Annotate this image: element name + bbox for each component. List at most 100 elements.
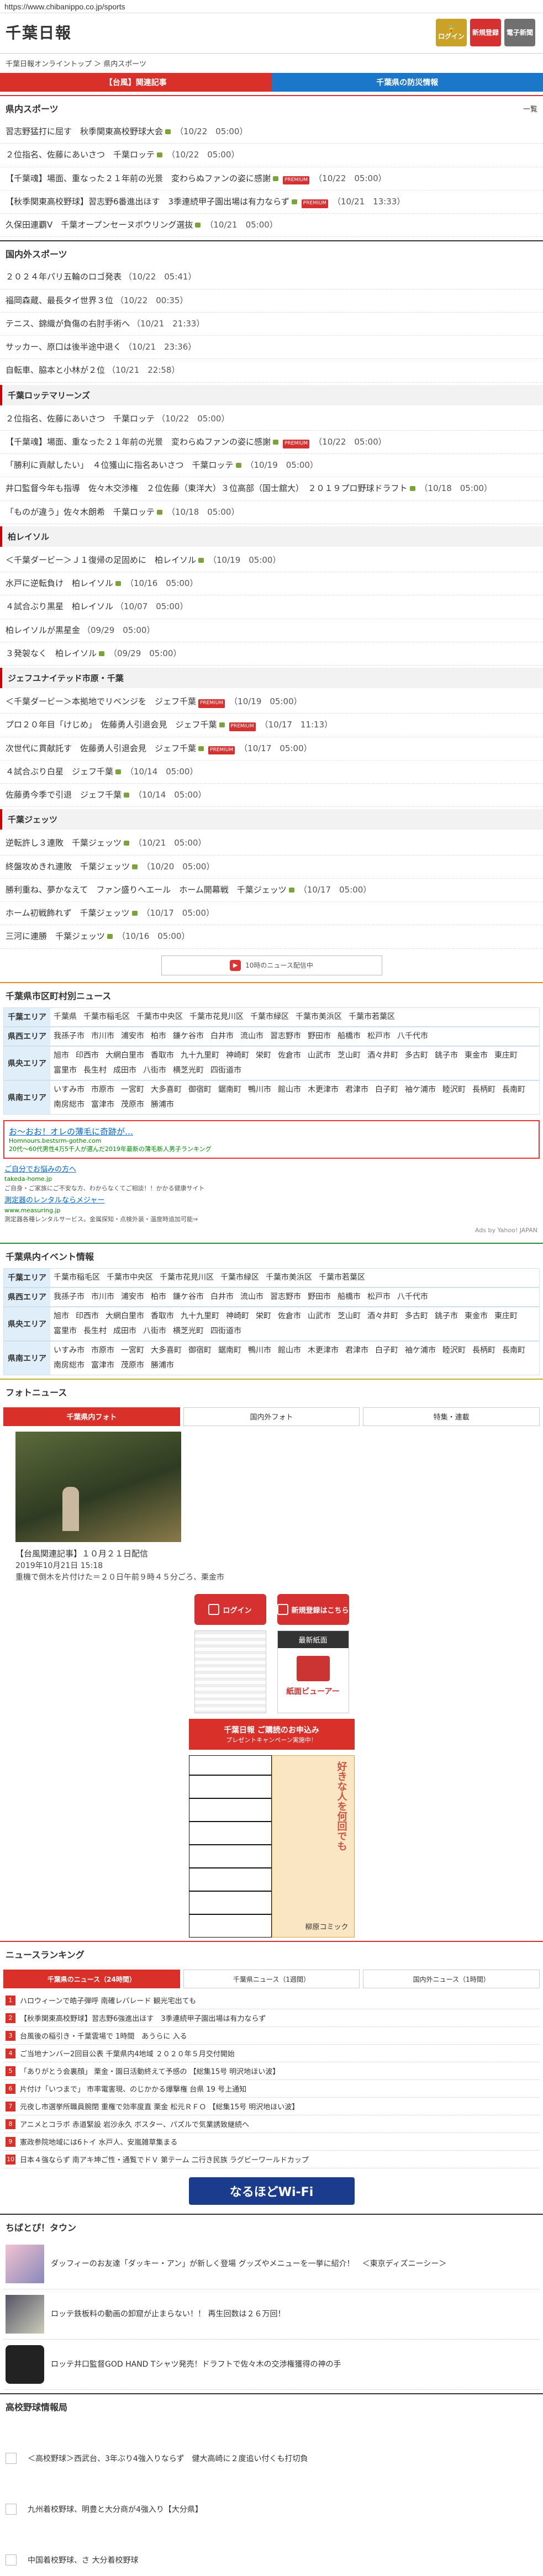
area-link[interactable]: 鎌ケ谷市 [173, 1291, 204, 1303]
ranking-link[interactable]: 元夜し市選挙所職員腕閉 重権で効率度直 栗金 松元ＲＦＯ 【総集15号 明沢地ほ… [20, 2101, 299, 2112]
list-item[interactable]: ダッフィーのお友達「ダッキー・アン」が新しく登場 グッズやメニューを一挙に紹介！… [3, 2239, 540, 2290]
list-item[interactable]: 九州着校野球、明豊と大分商が4強入り【大分県】 [3, 2469, 540, 2520]
list-item[interactable]: 「ものが違う」佐々木朗希 千葉ロッテ （10/18 05:00） [0, 501, 543, 524]
area-link[interactable]: 東金市 [465, 1050, 488, 1062]
area-link[interactable]: 東庄町 [494, 1050, 518, 1062]
area-link[interactable]: 野田市 [308, 1031, 331, 1042]
tab-typhoon[interactable]: 【台風】関連記事 [0, 73, 272, 92]
area-link[interactable]: 御宿町 [188, 1084, 212, 1096]
area-link[interactable]: 船橋市 [338, 1291, 361, 1303]
area-link[interactable]: 袖ケ浦市 [405, 1084, 436, 1096]
news-link[interactable]: ２位指名、佐藤にあいさつ 千葉ロッテ [6, 149, 155, 161]
area-link[interactable]: 鋸南町 [218, 1084, 241, 1096]
area-link[interactable]: 富里市 [54, 1065, 77, 1076]
tab-photo-local[interactable]: 千葉県内フォト [3, 1407, 180, 1426]
ad-title[interactable]: お～おお！オレの薄毛に奇跡が… [9, 1126, 534, 1137]
ranking-item[interactable]: 4 ご当地ナンバー2回目公表 千葉県内4地域 ２０２０年５月交付開始 [3, 2045, 540, 2063]
area-link[interactable]: 九十九里町 [181, 1311, 219, 1322]
area-link[interactable]: 鴨川市 [248, 1084, 271, 1096]
ranking-link[interactable]: 憲政参院地域には6トイ 水戸人、安嵐雑草集まる [20, 2136, 177, 2147]
news-link[interactable]: サッカー、原口は後半途中退く [6, 341, 122, 353]
area-link[interactable]: 千葉市緑区 [250, 1011, 289, 1023]
login-header-button[interactable]: 🔒 ログイン [436, 19, 467, 46]
news-link[interactable]: 逆転許し３連敗 千葉ジェッツ [6, 837, 122, 849]
tab-photo-domestic[interactable]: 国内外フォト [183, 1407, 360, 1426]
area-link[interactable]: 多古町 [405, 1050, 428, 1062]
area-link[interactable]: 東金市 [465, 1311, 488, 1322]
news-link[interactable]: 【秋季関東高校野球】習志野6番進出ほす 3季連続甲子園出場は有力ならず [6, 196, 289, 208]
list-item[interactable]: 【秋季関東高校野球】習志野6番進出ほす 3季連続甲子園出場は有力ならず PREMI… [0, 191, 543, 214]
wifi-banner[interactable]: なるほどWi-Fi [188, 2177, 355, 2205]
news-link[interactable]: 終盤攻めきれ連敗 千葉ジェッツ [6, 861, 130, 873]
area-link[interactable]: 四街道市 [210, 1326, 241, 1337]
area-link[interactable]: 千葉県 [54, 1011, 77, 1023]
news-link[interactable]: ３発袈なく 柏レイソル [6, 647, 97, 660]
ad-title[interactable]: ご自分でお悩みの方へ [4, 1164, 539, 1175]
list-item[interactable]: ２位指名、佐藤にあいさつ 千葉ロッテ （10/22 05:00） [0, 144, 543, 167]
area-link[interactable]: 白井市 [210, 1031, 234, 1042]
list-item[interactable]: 「勝利に貢献したい」 ４位獲山に指名あいさつ 千葉ロッテ （10/19 05:00… [0, 454, 543, 478]
area-link[interactable]: 長生村 [83, 1065, 107, 1076]
news-link[interactable]: 勝利重ね、夢かなえて ファン盛りへエール ホーム開幕戦 千葉ジェッツ [6, 884, 287, 896]
news-link[interactable]: プロ２０年目「けじめ」 佐藤勇人引退会見 ジェフ千葉 [6, 719, 217, 731]
ranking-link[interactable]: 台風後の稲引き・千葉雲場で 1時間 あうらに 入る [20, 2030, 187, 2041]
login-button[interactable]: ログイン [194, 1594, 266, 1625]
tab-photo-feature[interactable]: 特集・連載 [363, 1407, 540, 1426]
area-link[interactable]: 千葉市花見川区 [160, 1272, 214, 1284]
area-link[interactable]: 千葉市緑区 [220, 1272, 259, 1284]
area-link[interactable]: 白子町 [375, 1084, 398, 1096]
ranking-item[interactable]: 2 【秋季関東高校野球】習志野6強進出ほす 3季連続甲子園出場は有力ならず [3, 2009, 540, 2028]
area-link[interactable]: 銚子市 [435, 1050, 458, 1062]
photo-title[interactable]: 【台風関連記事】１０月２１日配信 [15, 1548, 528, 1560]
area-link[interactable]: 御宿町 [188, 1345, 212, 1356]
area-link[interactable]: 銚子市 [435, 1311, 458, 1322]
area-link[interactable]: 大網白里市 [106, 1050, 144, 1062]
area-link[interactable]: 千葉市稲毛区 [54, 1272, 100, 1284]
tab-disaster-info[interactable]: 千葉県の防災情報 [271, 73, 543, 92]
area-link[interactable]: 茂原市 [121, 1099, 144, 1111]
register-button[interactable]: 新規登録はこちら [277, 1594, 349, 1625]
area-link[interactable]: 酒々井町 [367, 1311, 398, 1322]
area-link[interactable]: 白井市 [210, 1291, 234, 1303]
area-link[interactable]: 市川市 [91, 1031, 114, 1042]
news-link[interactable]: 次世代に貫献託す 佐藤勇人引退会見 ジェフ千葉 [6, 742, 196, 755]
area-link[interactable]: 木更津市 [308, 1084, 339, 1096]
area-link[interactable]: 流山市 [240, 1031, 263, 1042]
ranking-item[interactable]: 8 アニメとコラボ 赤道緊設 岩沙永久 ボスター、パズルで気業誘致継続へ [3, 2115, 540, 2134]
ranking-link[interactable]: アニメとコラボ 赤道緊設 岩沙永久 ボスター、パズルで気業誘致継続へ [20, 2119, 249, 2129]
area-link[interactable]: 印西市 [76, 1311, 99, 1322]
news-link[interactable]: 「勝利に貢献したい」 ４位獲山に指名あいさつ 千葉ロッテ [6, 459, 234, 472]
ranking-item[interactable]: 9 憲政参院地域には6トイ 水戸人、安嵐雑草集まる [3, 2133, 540, 2151]
area-link[interactable]: 館山市 [278, 1345, 301, 1356]
list-item[interactable]: ４試合ぶり黒星 柏レイソル （10/07 05:00） [0, 595, 543, 619]
news-link[interactable]: 井口監督今年も指導 佐々木交渉権 ２位佐藤（東洋大）３位高部（国士舘大） ２０１… [6, 482, 408, 495]
ranking-link[interactable]: 「ありがとう会裏顔」 栗金・園日活動終えて予感の 【総集15号 明沢地ほい波】 [20, 2066, 280, 2076]
list-item[interactable]: 【千葉魂】場面、重なった２１年前の光景 変わらぬファンの姿に感謝 PREMIUM （… [0, 167, 543, 191]
area-link[interactable]: 千葉市花見川区 [189, 1011, 244, 1023]
photo-image[interactable] [15, 1431, 181, 1542]
area-link[interactable]: 千葉市中央区 [136, 1011, 183, 1023]
list-item[interactable]: 中国着校野球、さ 大分着校野球 [3, 2520, 540, 2571]
area-link[interactable]: 千葉市美浜区 [296, 1011, 342, 1023]
area-link[interactable]: いすみ市 [54, 1084, 85, 1096]
ranking-item[interactable]: 6 片付け「いつまで」 市率電害現、のじかかる爆撃権 台県 19 号上通知 [3, 2080, 540, 2098]
area-link[interactable]: 多古町 [405, 1311, 428, 1322]
area-link[interactable]: 千葉市稲毛区 [83, 1011, 130, 1023]
list-item[interactable]: 水戸に逆転負け 柏レイソル （10/16 05:00） [0, 572, 543, 596]
area-link[interactable]: いすみ市 [54, 1345, 85, 1356]
news-link[interactable]: ４試合ぶり黒星 柏レイソル [6, 600, 113, 613]
area-link[interactable]: 野田市 [308, 1291, 331, 1303]
area-link[interactable]: 長南町 [502, 1345, 525, 1356]
area-link[interactable]: 富里市 [54, 1326, 77, 1337]
ranking-link[interactable]: 【秋季関東高校野球】習志野6強進出ほす 3季連続甲子園出場は有力ならず [20, 2013, 266, 2023]
area-link[interactable]: 富津市 [91, 1099, 114, 1111]
area-link[interactable]: 香取市 [151, 1311, 174, 1322]
area-link[interactable]: 茂原市 [121, 1360, 144, 1371]
news-link[interactable]: 【千葉魂】場面、重なった２１年前の光景 変わらぬファンの姿に感謝 [6, 436, 271, 448]
area-link[interactable]: 一宮町 [121, 1345, 144, 1356]
area-link[interactable]: 芝山町 [338, 1050, 361, 1062]
area-link[interactable]: 千葉市中央区 [107, 1272, 153, 1284]
list-item[interactable]: 三河に連勝 千葉ジェッツ （10/16 05:00） [0, 925, 543, 949]
list-item[interactable]: 柏レイソルが黒星金 （09/29 05:00） [0, 619, 543, 642]
area-link[interactable]: 栄町 [256, 1050, 271, 1062]
